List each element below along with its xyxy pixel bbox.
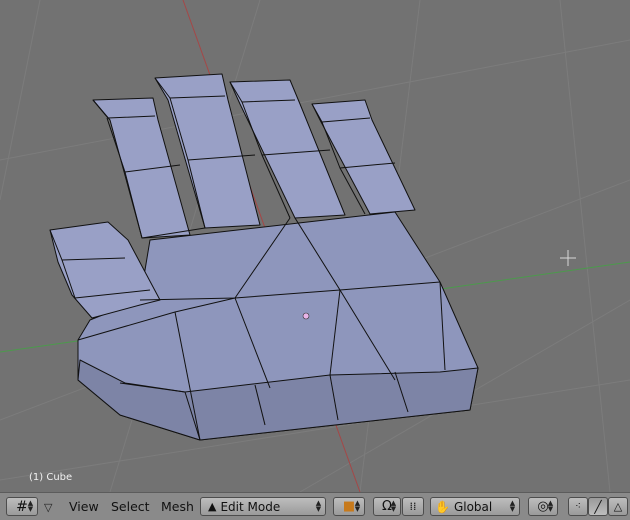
menu-view[interactable]: View [69,499,99,514]
triangle-down-icon[interactable]: ▽ [44,501,52,514]
spinner-arrows: ▲ ▼ [390,499,397,513]
vertex-select-button[interactable]: ⁖ [568,497,588,516]
spinner-arrows: ▲ ▼ [354,499,361,513]
3d-cursor[interactable] [560,250,576,266]
viewport-canvas[interactable] [0,0,630,492]
edge-select-button[interactable]: ╱ [588,497,608,516]
hand-icon: ✋ [435,499,450,514]
snap-grid-icon: ⁞⁞ [409,500,417,513]
spinner-arrows: ▲ ▼ [27,499,34,513]
face-select-icon: △ [613,500,623,513]
spinner-arrows: ▲ ▼ [315,499,322,513]
view-type-button[interactable]: # ▲ ▼ [6,497,38,516]
shading-selector[interactable]: ■ ▲ ▼ [333,497,365,516]
edge-select-icon: ╱ [594,499,602,514]
mode-label: Edit Mode [220,499,281,514]
orientation-selector[interactable]: ✋ Global ▲ ▼ [430,497,520,516]
object-info-label: (1) Cube [29,472,73,483]
menu-select[interactable]: Select [111,499,150,514]
pivot-selector[interactable]: ◎ ▲ ▼ [528,497,558,516]
vertex-select-icon: ⁖ [575,501,581,512]
menu-mesh[interactable]: Mesh [161,499,194,514]
object-origin-dot [302,312,310,320]
spinner-arrows: ▲ ▼ [547,499,554,513]
orientation-label: Global [453,499,493,514]
viewport-header: # ▲ ▼ ▽ View Select Mesh ▲ Edit Mode ▲ ▼ ■… [0,492,630,520]
hand-mesh[interactable] [49,73,479,441]
face-select-button[interactable]: △ [608,497,628,516]
3d-viewport[interactable]: (1) Cube [0,0,630,492]
edit-mode-icon: ▲ [208,500,217,513]
snap-selector[interactable]: Ω ▲ ▼ [373,497,401,516]
spinner-arrows: ▲ ▼ [509,499,516,513]
mode-selector[interactable]: ▲ Edit Mode ▲ ▼ [200,497,326,516]
snap-target-button[interactable]: ⁞⁞ [402,497,424,516]
